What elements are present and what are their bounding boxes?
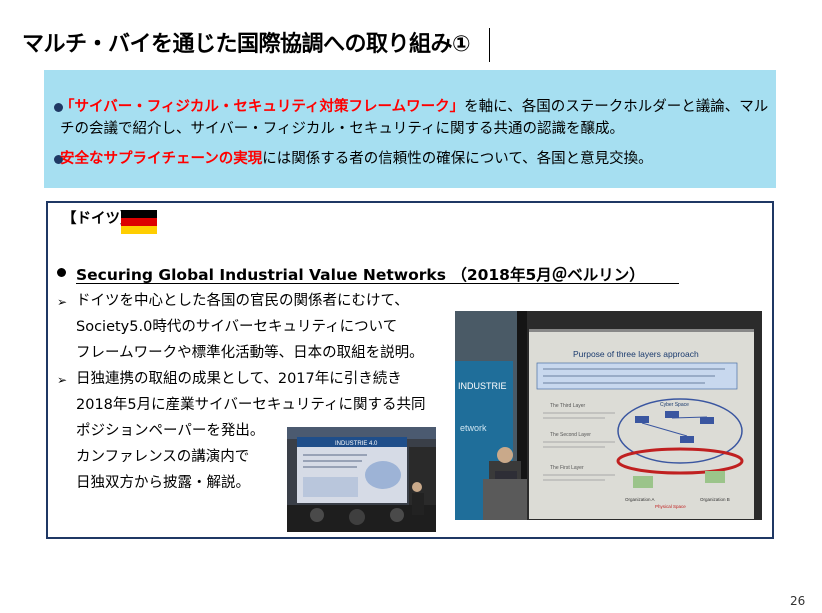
slide-layer2: The Second Layer	[550, 432, 591, 438]
slide-cyber: Cyber Space	[660, 402, 689, 408]
svg-text:etwork: etwork	[460, 423, 487, 433]
slide-org-b: Organization B	[700, 497, 730, 502]
item-2-line-2: 2018年5月に産業サイバーセキュリティに関する共同	[76, 397, 426, 413]
summary-item-1-line-2: チの会議で紹介し、サイバー・フィジカル・セキュリティに関する共通の認識を醸成。	[60, 121, 625, 137]
arrow-bullet-icon: ➢	[57, 295, 68, 309]
item-2-line-5: 日独双方から披露・解説。	[76, 475, 250, 491]
svg-text:INDUSTRIE: INDUSTRIE	[458, 381, 507, 391]
conference-photo-large-image: INDUSTRIE etwork Purpose of three layers…	[455, 311, 762, 520]
germany-flag-icon	[121, 210, 157, 234]
supply-chain-highlight: 安全なサプライチェーンの実現	[60, 151, 263, 167]
summary-text: には関係する者の信頼性の確保について、各国と意見交換。	[262, 151, 653, 167]
page-title: マルチ・バイを通じた国際協調への取り組み①	[22, 32, 471, 57]
event-heading: Securing Global Industrial Value Network…	[76, 266, 645, 284]
summary-item-1-line-1: 「サイバー・フィジカル・セキュリティ対策フレームワーク」を軸に、各国のステークホ…	[60, 96, 768, 118]
slide-layer3: The Third Layer	[550, 403, 586, 409]
item-2-line-4: カンファレンスの講演内で	[76, 449, 250, 465]
heading-bullet	[57, 268, 66, 277]
text-cursor	[489, 28, 490, 62]
framework-highlight: 「サイバー・フィジカル・セキュリティ対策フレームワーク」	[60, 99, 465, 115]
item-1-line-3: フレームワークや標準化活動等、日本の取組を説明。	[76, 345, 424, 361]
conference-photo-small: INDUSTRIE 4.0	[287, 427, 436, 532]
arrow-bullet-icon: ➢	[57, 373, 68, 387]
item-1-line-2: Society5.0時代のサイバーセキュリティについて	[76, 319, 398, 335]
conference-photo-large: INDUSTRIE etwork Purpose of three layers…	[455, 311, 762, 520]
conference-photo-small-image: INDUSTRIE 4.0	[287, 427, 436, 532]
item-1-line-1: ドイツを中心とした各国の官民の関係者にむけて、	[76, 293, 409, 309]
page-number: 26	[790, 594, 806, 608]
slide-layer1: The First Layer	[550, 465, 584, 471]
summary-item-2: 安全なサプライチェーンの実現には関係する者の信頼性の確保について、各国と意見交換…	[60, 148, 653, 170]
small-slide-banner: INDUSTRIE 4.0	[335, 441, 378, 447]
item-2-line-1: 日独連携の取組の成果として、2017年に引き続き	[76, 371, 402, 387]
slide-title: Purpose of three layers approach	[573, 349, 699, 359]
summary-text: を軸に、各国のステークホルダーと議論、マル	[464, 99, 769, 115]
heading-underline	[76, 283, 679, 284]
item-2-line-3: ポジションペーパーを発出。	[76, 423, 265, 439]
slide-org-a: Organization A	[625, 497, 655, 502]
slide-physical: Physical Space	[655, 504, 686, 509]
